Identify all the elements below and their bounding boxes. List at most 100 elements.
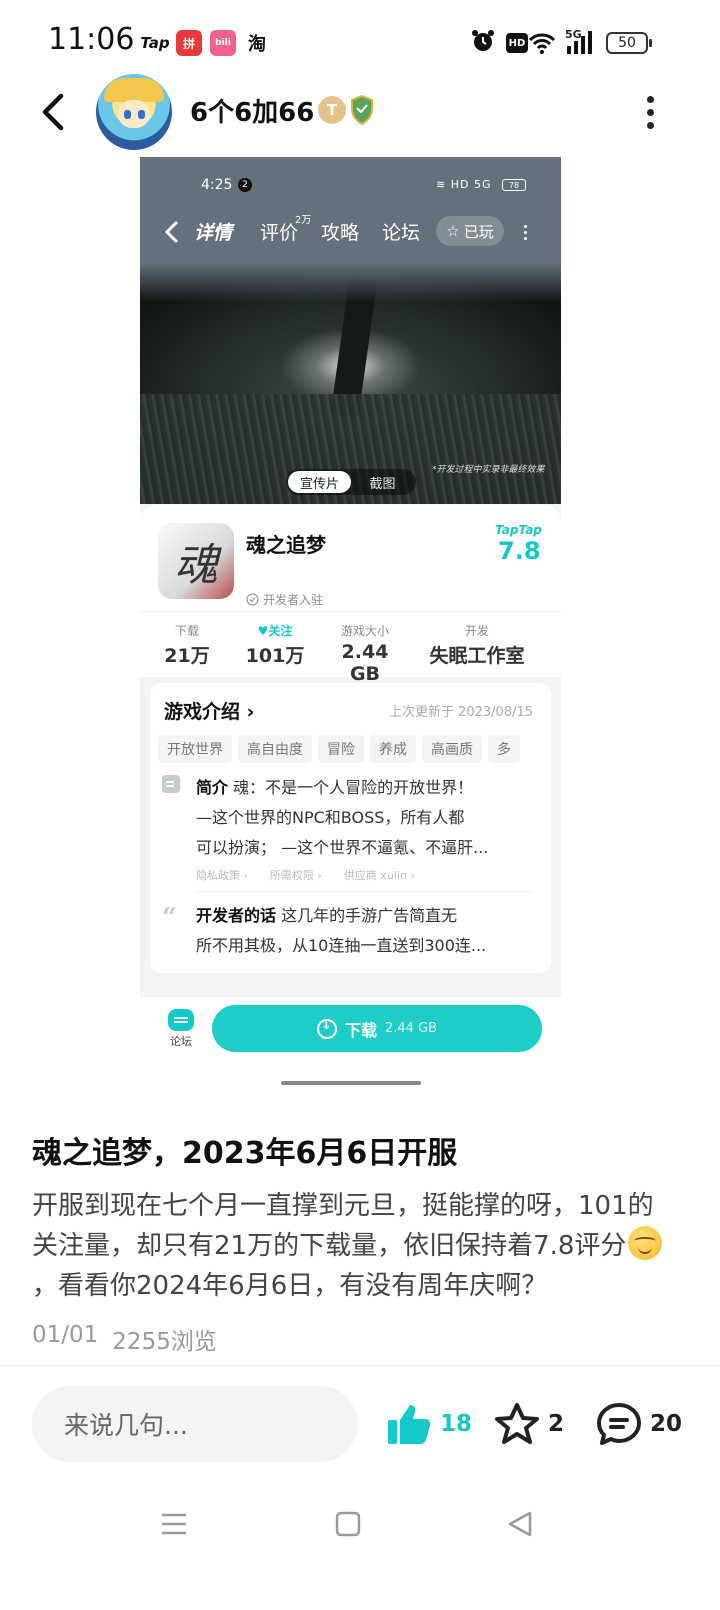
- signal-icon: [564, 28, 596, 58]
- image-tab-forum: 论坛: [382, 222, 421, 244]
- divider: [196, 891, 532, 892]
- tag: 养成: [370, 735, 416, 763]
- intro-links: 隐私政策 › 所需权限 › 供应商 xulin ›: [196, 867, 415, 883]
- tag: 冒险: [318, 735, 364, 763]
- stat-size: 游戏大小 2.44 GB: [340, 624, 389, 685]
- wifi-icon: [528, 28, 556, 58]
- username[interactable]: 6个6加66: [190, 92, 314, 129]
- smirk-emoji-icon: [628, 1226, 663, 1260]
- image-battery-icon: 78: [502, 179, 526, 191]
- game-intro: 游戏介绍 › 上次更新于 2023/08/15 开放世界 高自由度 冒险 养成 …: [150, 683, 551, 973]
- image-played-icon: ☆: [446, 222, 460, 240]
- intro-update-date: 上次更新于 2023/08/15: [388, 705, 533, 720]
- heart-plus-icon: ♥: [257, 624, 269, 638]
- battery-icon: 50: [606, 32, 652, 54]
- check-circle-icon: [246, 593, 259, 606]
- quote-icon: “: [162, 903, 177, 933]
- image-toggle-trailer: 宣传片: [288, 471, 351, 493]
- star-icon: [495, 1403, 539, 1444]
- image-tab-guides: 攻略: [321, 222, 360, 244]
- game-stats: 下载 21万 ♥关注 101万 游戏大小 2.44 GB 开发 失眠工作室: [140, 611, 561, 685]
- image-tab-reviews: 评价: [260, 222, 299, 244]
- image-played-label: 已玩: [463, 222, 494, 241]
- game-name: 魂之追梦: [246, 533, 326, 557]
- image-review-count: 2万: [295, 215, 312, 226]
- recent-apps-button[interactable]: [156, 1506, 192, 1542]
- image-back-icon: [164, 221, 178, 243]
- more-options-button[interactable]: [630, 88, 670, 136]
- home-button[interactable]: [330, 1506, 366, 1542]
- tag: 开放世界: [158, 735, 232, 763]
- favorite-count: 2: [548, 1411, 565, 1437]
- taobao-app-icon: 淘: [248, 34, 266, 55]
- stat-follows: ♥关注 101万: [245, 624, 305, 667]
- taptap-app-icon: Tap: [140, 34, 170, 52]
- tag-list: 开放世界 高自由度 冒险 养成 高画质 多: [158, 735, 548, 763]
- image-drag-handle: [281, 1081, 421, 1085]
- like-button[interactable]: 18: [386, 1400, 472, 1448]
- home-square-icon: [335, 1511, 361, 1537]
- game-icon: 魂: [158, 523, 234, 599]
- tag: 多: [488, 735, 520, 763]
- image-bottom-bar: 论坛 下载 2.44 GB: [140, 997, 561, 1067]
- image-download-button: 下载 2.44 GB: [212, 1005, 542, 1052]
- back-arrow-icon: [42, 93, 64, 131]
- post-body: 开服到现在七个月一直撑到元旦，挺能撑的呀，101的关注量，却只有21万的下载量，…: [32, 1186, 672, 1306]
- image-forum-icon: 论坛: [166, 1009, 196, 1049]
- back-button[interactable]: [28, 86, 80, 138]
- alarm-icon: [470, 28, 496, 54]
- favorite-button[interactable]: 2: [494, 1400, 564, 1448]
- level-badge-icon: T: [318, 96, 346, 124]
- intro-brief: 简介 魂：不是一个人冒险的开放世界！ —这个世界的NPC和BOSS，所有人都 可…: [196, 778, 489, 857]
- image-notification-badge: 2: [238, 178, 252, 192]
- menu-icon: [162, 1513, 186, 1535]
- image-status-time: 4:25: [201, 177, 233, 193]
- stat-developer: 开发 失眠工作室: [429, 624, 525, 667]
- developer-words: 开发者的话 这几年的手游广告简直无 所不用其极，从10连抽一直送到300连...: [196, 906, 487, 955]
- post-title: 魂之追梦，2023年6月6日开服: [32, 1136, 458, 1171]
- hd-icon: HD: [506, 33, 528, 53]
- avatar[interactable]: [96, 74, 172, 150]
- comment-bubble-icon: [597, 1403, 641, 1445]
- image-more-icon: [520, 221, 530, 243]
- tag: 高画质: [422, 735, 482, 763]
- brief-icon: [162, 775, 180, 793]
- intro-title: 游戏介绍 ›: [164, 701, 255, 723]
- pinduoduo-app-icon: 拼: [176, 30, 202, 56]
- permissions-link: 所需权限 ›: [269, 869, 322, 882]
- vendor-link: 供应商 xulin ›: [343, 869, 415, 882]
- system-nav-bar: [0, 1490, 720, 1560]
- like-count: 18: [440, 1411, 473, 1437]
- image-tab-detail: 详情: [194, 218, 233, 247]
- tag: 高自由度: [238, 735, 312, 763]
- thumbs-up-icon: [388, 1405, 431, 1444]
- bilibili-app-icon: bili: [210, 30, 236, 56]
- image-media-toggle: 宣传片 截图: [286, 469, 416, 495]
- post-meta: 01/01 2255浏览: [32, 1322, 217, 1356]
- post-image[interactable]: 4:25 2 ≋ HD 5G 78 详情 评价 2万 攻略 论坛 ☆ 已玩 *开…: [140, 157, 561, 997]
- download-icon: [316, 1018, 337, 1039]
- comment-count: 20: [650, 1411, 683, 1437]
- post-views: 2255浏览: [112, 1329, 217, 1355]
- system-back-button[interactable]: [502, 1506, 538, 1542]
- divider: [0, 1365, 720, 1366]
- shield-badge-icon: [350, 94, 374, 126]
- privacy-link: 隐私政策 ›: [196, 869, 248, 882]
- game-score: 7.8: [498, 537, 541, 565]
- status-time: 11:06: [48, 22, 135, 57]
- stat-downloads: 下载 21万: [164, 624, 210, 667]
- image-tab-bar: 详情 评价 2万 攻略 论坛 ☆ 已玩: [140, 215, 561, 249]
- developer-verified-tag: 开发者入驻: [246, 591, 323, 608]
- post-date: 01/01: [32, 1322, 99, 1348]
- image-toggle-screenshots: 截图: [369, 476, 396, 492]
- comments-button[interactable]: 20: [596, 1400, 682, 1448]
- back-triangle-icon: [508, 1511, 532, 1537]
- image-played-badge: ☆ 已玩: [436, 216, 504, 246]
- image-game-card: 魂 魂之追梦 开发者入驻 TapTap 7.8 下载 21万 ♥关注 101万 …: [140, 505, 561, 997]
- image-video-caption: *开发过程中实录非最终效果: [432, 465, 545, 475]
- taptap-logo: TapTap: [495, 523, 542, 537]
- post-header: 6个6加66 T: [0, 70, 720, 154]
- image-status-icons: ≋ HD 5G: [436, 178, 492, 191]
- image-video-preview: *开发过程中实录非最终效果: [140, 262, 561, 504]
- comment-input[interactable]: 来说几句...: [32, 1386, 358, 1462]
